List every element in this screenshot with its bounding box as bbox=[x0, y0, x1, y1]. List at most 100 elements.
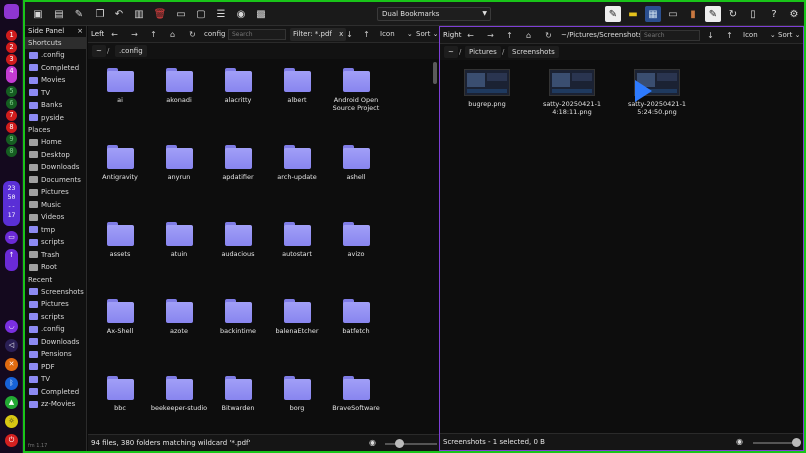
search-input[interactable]: Search bbox=[228, 29, 286, 40]
side-item[interactable]: scripts bbox=[25, 311, 86, 324]
workspace-1[interactable]: 1 bbox=[6, 30, 17, 41]
folder-item[interactable]: bbc bbox=[90, 376, 150, 412]
folder-item[interactable]: assets bbox=[90, 222, 150, 258]
folder-item[interactable]: borg bbox=[267, 376, 327, 412]
side-item[interactable]: Home bbox=[25, 136, 86, 149]
folder-item[interactable]: alacritty bbox=[208, 68, 268, 104]
folder-item[interactable]: arch-update bbox=[267, 145, 327, 181]
workspace-10[interactable]: 0 bbox=[6, 146, 17, 157]
folder-item[interactable]: Android Open Source Project bbox=[326, 68, 386, 112]
arrow-down-icon[interactable]: ↓ bbox=[704, 29, 717, 42]
folder-item[interactable]: anyrun bbox=[149, 145, 209, 181]
zoom-slider[interactable] bbox=[385, 443, 437, 445]
notes-icon[interactable]: ✎ bbox=[605, 6, 621, 22]
folder-item[interactable]: ashell bbox=[326, 145, 386, 181]
folder-item[interactable]: BraveSoftware bbox=[326, 376, 386, 412]
zoom-slider-knob[interactable] bbox=[792, 438, 801, 447]
arrow-up-icon[interactable]: ↑ bbox=[360, 28, 373, 41]
view-mode-dropdown[interactable]: Icon ⌄ bbox=[743, 29, 776, 42]
new-file-icon[interactable]: ▤ bbox=[51, 6, 67, 22]
side-item[interactable]: PDF bbox=[25, 361, 86, 374]
workspace-6[interactable]: 6 bbox=[6, 98, 17, 109]
side-section-header[interactable]: Places bbox=[25, 124, 86, 136]
side-item[interactable]: TV bbox=[25, 87, 86, 100]
breadcrumb-home[interactable]: ~ bbox=[92, 45, 106, 57]
workspace-7[interactable]: 7 bbox=[6, 110, 17, 121]
help-icon[interactable]: ? bbox=[766, 6, 782, 22]
close-icon[interactable]: × bbox=[77, 26, 83, 37]
delete-icon[interactable]: 🗑 bbox=[152, 6, 168, 22]
breadcrumb-pictures[interactable]: Pictures bbox=[465, 46, 501, 58]
list-view-icon[interactable]: ☰ bbox=[213, 6, 229, 22]
folder-item[interactable]: akonadi bbox=[149, 68, 209, 104]
side-item[interactable]: Screenshots bbox=[25, 286, 86, 299]
side-item[interactable]: Documents bbox=[25, 174, 86, 187]
eye-icon[interactable]: ◉ bbox=[736, 437, 743, 446]
edit-icon[interactable]: ✎ bbox=[705, 6, 721, 22]
side-item[interactable]: .config bbox=[25, 49, 86, 62]
folder-item[interactable]: beekeeper-studio bbox=[149, 376, 209, 412]
arrow-up-icon[interactable]: ↑ bbox=[723, 29, 736, 42]
side-item[interactable]: Music bbox=[25, 199, 86, 212]
monitor-icon[interactable]: ▭ bbox=[665, 6, 681, 22]
filter-chip[interactable]: Filter: *.pdf x bbox=[290, 28, 347, 41]
side-item[interactable]: pyside bbox=[25, 112, 86, 125]
brightness-icon[interactable]: ☼ bbox=[5, 415, 18, 428]
highlighter-icon[interactable]: ▬ bbox=[625, 6, 641, 22]
scrollbar[interactable] bbox=[433, 62, 437, 84]
side-item[interactable]: Desktop bbox=[25, 149, 86, 162]
side-section-header[interactable]: Recent bbox=[25, 274, 86, 286]
side-item[interactable]: Pictures bbox=[25, 298, 86, 311]
folder-item[interactable]: ai bbox=[90, 68, 150, 104]
folder-item[interactable]: Bitwarden bbox=[208, 376, 268, 412]
folder-item[interactable]: albert bbox=[267, 68, 327, 104]
breadcrumb-screenshots[interactable]: Screenshots bbox=[508, 46, 559, 58]
side-item[interactable]: TV bbox=[25, 373, 86, 386]
bookmarks-dropdown[interactable]: Dual Bookmarks ▼ bbox=[377, 7, 491, 21]
side-item[interactable]: scripts bbox=[25, 236, 86, 249]
back-icon[interactable]: ← bbox=[108, 28, 121, 41]
sort-dropdown[interactable]: Sort ⌄ bbox=[416, 28, 438, 41]
folder-item[interactable]: atuin bbox=[149, 222, 209, 258]
view-mode-dropdown[interactable]: Icon ⌄ bbox=[380, 28, 413, 41]
settings-icon[interactable]: ⚙ bbox=[786, 6, 802, 22]
search-input[interactable]: Search bbox=[640, 30, 700, 41]
side-item[interactable]: Completed bbox=[25, 62, 86, 75]
folder-item[interactable]: avizo bbox=[326, 222, 386, 258]
refresh-icon[interactable]: ↻ bbox=[725, 6, 741, 22]
path-field[interactable]: config bbox=[204, 30, 225, 38]
image-icon[interactable]: ▩ bbox=[253, 6, 269, 22]
image-file-item[interactable]: bugrep.png bbox=[455, 69, 519, 108]
folder-item[interactable]: audacious bbox=[208, 222, 268, 258]
forward-icon[interactable]: → bbox=[128, 28, 141, 41]
folder-item[interactable]: Ax-Shell bbox=[90, 299, 150, 335]
folder-item[interactable]: Antigravity bbox=[90, 145, 150, 181]
paste-icon[interactable]: ▥ bbox=[131, 6, 147, 22]
camera-icon[interactable]: ▭ bbox=[5, 231, 18, 244]
side-item[interactable]: Banks bbox=[25, 99, 86, 112]
reload-icon[interactable]: ↻ bbox=[186, 28, 199, 41]
eye-icon[interactable]: ◉ bbox=[369, 438, 376, 447]
workspace-2[interactable]: 2 bbox=[6, 42, 17, 53]
image-file-item[interactable]: satty-20250421-14:18:11.png bbox=[540, 69, 604, 116]
rename-icon[interactable]: ✎ bbox=[71, 6, 87, 22]
side-item[interactable]: Trash bbox=[25, 249, 86, 262]
side-item[interactable]: Movies bbox=[25, 74, 86, 87]
folder-item[interactable]: azote bbox=[149, 299, 209, 335]
volume-icon[interactable]: ◁ bbox=[5, 339, 18, 352]
panel-icon[interactable]: ▯ bbox=[745, 6, 761, 22]
workspace-4[interactable]: 4 bbox=[6, 66, 17, 83]
side-item[interactable]: zz-Movies bbox=[25, 398, 86, 411]
folder-item[interactable]: backintime bbox=[208, 299, 268, 335]
terminal-icon[interactable]: ▭ bbox=[173, 6, 189, 22]
workspace-3[interactable]: 3 bbox=[6, 54, 17, 65]
launcher-button[interactable] bbox=[4, 4, 19, 19]
side-item[interactable]: Downloads bbox=[25, 336, 86, 349]
breadcrumb-home[interactable]: ~ bbox=[444, 46, 458, 58]
bluetooth-icon[interactable]: ᛒ bbox=[5, 377, 18, 390]
side-section-header[interactable]: Shortcuts bbox=[25, 37, 86, 49]
forward-icon[interactable]: → bbox=[484, 29, 497, 42]
preview-eye-icon[interactable]: ◉ bbox=[233, 6, 249, 22]
reload-icon[interactable]: ↻ bbox=[542, 29, 555, 42]
back-icon[interactable]: ← bbox=[464, 29, 477, 42]
